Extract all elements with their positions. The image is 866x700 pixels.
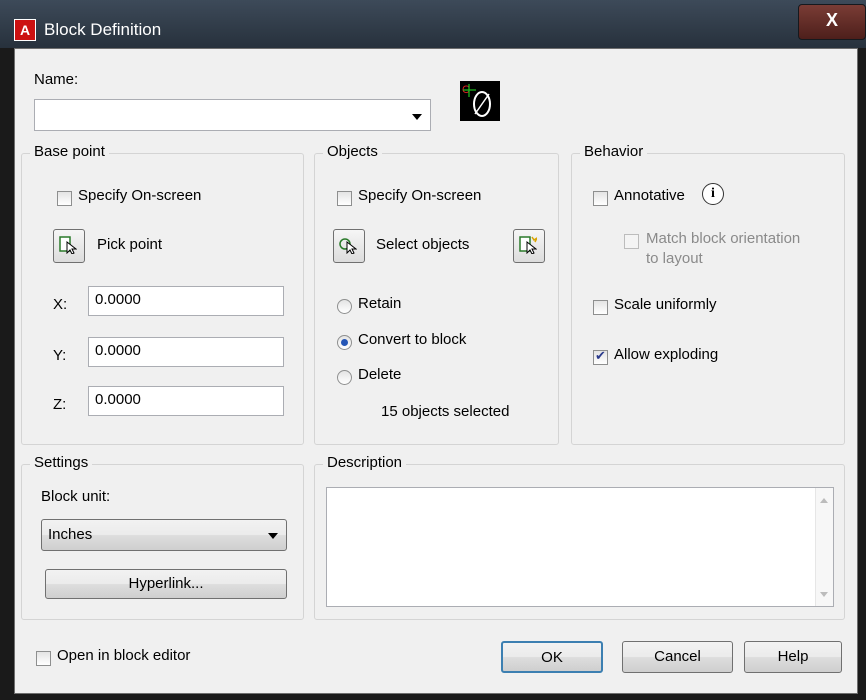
x-coordinate-input[interactable]: 0.0000: [88, 286, 284, 316]
objects-specify-onscreen-label: Specify On-screen: [358, 187, 482, 204]
open-in-block-editor-checkbox[interactable]: [36, 651, 51, 666]
chevron-down-icon[interactable]: [412, 114, 422, 120]
title-bar[interactable]: A Block Definition X: [0, 0, 866, 48]
convert-to-block-radio[interactable]: [337, 335, 352, 350]
info-icon[interactable]: i: [702, 183, 724, 205]
window-title: Block Definition: [44, 20, 162, 39]
autocad-app-icon: A: [14, 19, 36, 41]
block-unit-value: Inches: [48, 526, 93, 543]
help-button[interactable]: Help: [744, 641, 842, 673]
behavior-group: Behavior Annotative i Match block orient…: [571, 143, 845, 445]
cancel-button[interactable]: Cancel: [622, 641, 733, 673]
retain-radio[interactable]: [337, 299, 352, 314]
close-button[interactable]: X: [798, 4, 866, 40]
base-point-title: Base point: [30, 143, 109, 160]
ok-button[interactable]: OK: [501, 641, 603, 673]
hyperlink-button[interactable]: Hyperlink...: [45, 569, 287, 599]
match-orientation-label-line1: Match block orientation: [646, 230, 801, 247]
open-in-block-editor-label: Open in block editor: [57, 647, 191, 664]
retain-label: Retain: [358, 295, 402, 312]
scale-uniformly-checkbox[interactable]: [593, 300, 608, 315]
pick-point-icon: [59, 236, 77, 254]
allow-exploding-checkbox[interactable]: [593, 348, 608, 365]
delete-radio[interactable]: [337, 370, 352, 385]
quick-select-button[interactable]: [513, 229, 545, 263]
pick-point-label: Pick point: [97, 236, 163, 253]
scale-uniformly-label: Scale uniformly: [614, 296, 717, 313]
settings-title: Settings: [30, 454, 93, 471]
scroll-down-icon[interactable]: [820, 592, 828, 597]
z-label: Z:: [53, 396, 67, 413]
x-label: X:: [53, 296, 68, 313]
select-objects-button[interactable]: [333, 229, 365, 263]
convert-to-block-label: Convert to block: [358, 331, 467, 348]
match-orientation-label-line2: to layout: [646, 250, 703, 267]
select-objects-label: Select objects: [376, 236, 470, 253]
description-scrollbar[interactable]: [815, 488, 833, 606]
block-unit-label: Block unit:: [41, 488, 111, 505]
objects-group: Objects Specify On-screen Select objects…: [314, 143, 559, 445]
y-label: Y:: [53, 347, 67, 364]
block-definition-window: A Block Definition X Name: C Base point …: [0, 0, 866, 700]
description-textarea[interactable]: [326, 487, 834, 607]
description-group: Description: [314, 454, 845, 620]
name-label: Name:: [34, 71, 79, 88]
block-preview-icon: C: [460, 81, 500, 121]
chevron-down-icon[interactable]: [268, 533, 278, 539]
select-objects-icon: [339, 238, 357, 254]
block-unit-dropdown[interactable]: Inches: [41, 519, 287, 551]
allow-exploding-label: Allow exploding: [614, 346, 719, 363]
pick-point-button[interactable]: [53, 229, 85, 263]
objects-title: Objects: [323, 143, 382, 160]
scroll-up-icon[interactable]: [820, 498, 828, 503]
description-title: Description: [323, 454, 407, 471]
annotative-label: Annotative: [614, 187, 685, 204]
z-coordinate-input[interactable]: 0.0000: [88, 386, 284, 416]
base-point-group: Base point Specify On-screen Pick point …: [21, 143, 304, 445]
base-specify-onscreen-checkbox[interactable]: [57, 191, 72, 206]
objects-specify-onscreen-checkbox[interactable]: [337, 191, 352, 206]
objects-selected-status: 15 objects selected: [381, 403, 510, 420]
delete-label: Delete: [358, 366, 402, 383]
base-specify-onscreen-label: Specify On-screen: [78, 187, 202, 204]
name-combobox[interactable]: [34, 99, 431, 131]
behavior-title: Behavior: [580, 143, 648, 160]
match-orientation-checkbox[interactable]: [624, 234, 639, 249]
quick-select-icon: [519, 236, 537, 254]
annotative-checkbox[interactable]: [593, 191, 608, 206]
dialog-body: Name: C Base point Specify On-screen Pic…: [14, 48, 858, 694]
settings-group: Settings Block unit: Inches Hyperlink...: [21, 454, 304, 620]
y-coordinate-input[interactable]: 0.0000: [88, 337, 284, 367]
